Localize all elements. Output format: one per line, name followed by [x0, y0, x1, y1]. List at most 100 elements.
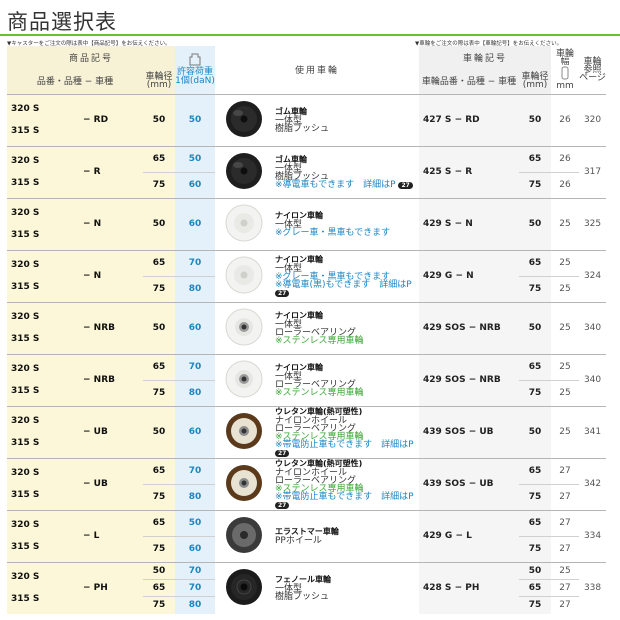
- wheel-icon: [226, 100, 262, 137]
- product-suffix: − PH: [75, 561, 143, 614]
- wheel-ref-page[interactable]: 334: [579, 509, 607, 562]
- wheel-ref-page[interactable]: 324: [579, 249, 607, 302]
- wheel-code: 425 S − R: [419, 145, 520, 198]
- wheel-icon: [226, 464, 262, 501]
- header-ref-page-3: ページ: [579, 72, 606, 83]
- wheel-code: 429 G − L: [419, 509, 520, 562]
- wheel-code: 429 G − N: [419, 249, 520, 302]
- wheel-diameter: 65: [143, 353, 175, 380]
- wheel-width: 27: [551, 535, 580, 562]
- page-ref-badge: 27: [275, 450, 290, 457]
- wheel-code-suffix: − L: [455, 531, 472, 541]
- wheel-diameter: 75: [143, 483, 175, 510]
- wheel-icon: [226, 412, 262, 449]
- product-suffix: − R: [75, 145, 143, 198]
- product-code-315: 315 S: [11, 386, 40, 396]
- wheel-code-number: 429 SOS: [423, 375, 466, 385]
- wheel-width: 27: [551, 509, 580, 536]
- product-code-315: 315 S: [11, 126, 40, 136]
- wheel-ref-page[interactable]: 340: [579, 301, 607, 354]
- product-code-320: 320 S: [11, 520, 40, 530]
- wheel-diameter: 75: [143, 171, 175, 198]
- page-ref-badge: 27: [275, 290, 290, 297]
- wheel-code-number: 439 SOS: [423, 479, 466, 489]
- allowable-load: 60: [175, 535, 215, 562]
- wheel-desc-text: ※ステンレス専用車輪: [275, 388, 364, 398]
- product-suffix: − UB: [75, 405, 143, 458]
- wheel-code-diameter: 75: [519, 595, 552, 614]
- wheel-width: 25: [551, 353, 580, 380]
- allowable-load: 70: [175, 578, 215, 596]
- wheel-desc-text: ゴム車輪: [275, 155, 307, 164]
- wheel-code-diameter: 65: [519, 249, 552, 276]
- wheel-image: [215, 353, 273, 406]
- product-code: 320 S 315 S: [7, 457, 75, 510]
- allowable-load: 60: [175, 405, 215, 458]
- wheel-code-diameter: 65: [519, 509, 552, 536]
- allowable-load: 60: [175, 171, 215, 198]
- allowable-load: 80: [175, 483, 215, 510]
- wheel-ref-page[interactable]: 338: [579, 561, 607, 614]
- selection-table: 商品記号 許容荷重 1個(daN) 使用車輪 車輪記号 車輪 幅 mm 車輪 参…: [7, 46, 607, 614]
- wheel-desc-text: ゴム車輪: [275, 107, 307, 116]
- wheel-code-number: 428 S: [423, 583, 452, 594]
- product-code-315: 315 S: [11, 490, 40, 500]
- wheel-code: 427 S − RD: [419, 93, 520, 146]
- wheel-desc-text: 樹脂ブッシュ: [275, 592, 330, 603]
- wheel-description: ゴム車輪 一体型 樹脂ブッシュ: [273, 93, 420, 146]
- table-row: 320 S 315 S − UB 65 70 ウレタン車輪(熱可塑性) ナイロンホイール ロー…: [7, 457, 607, 510]
- wheel-desc-text: ナイロン車輪: [275, 363, 323, 372]
- wheel-image: [215, 249, 273, 302]
- product-suffix: − NRB: [75, 301, 143, 354]
- wheel-diameter: 50: [143, 301, 175, 354]
- wheel-ref-page[interactable]: 325: [579, 197, 607, 250]
- allowable-load: 80: [175, 275, 215, 302]
- wheel-icon: [225, 204, 263, 241]
- wheel-code-diameter: 65: [519, 353, 552, 380]
- wheel-width: 25: [551, 275, 580, 302]
- table-row: 320 S 315 S − UB 50 60 ウレタン車輪(熱可塑性) ナイロンホイール ロー…: [7, 405, 607, 458]
- wheel-desc-text: エラストマー車輪: [275, 527, 339, 536]
- product-code: 320 S 315 S: [7, 197, 75, 250]
- wheel-ref-page[interactable]: 340: [579, 353, 607, 406]
- wheel-ref-page[interactable]: 341: [579, 405, 607, 458]
- wheel-width: 27: [551, 578, 580, 596]
- wheel-ref-page[interactable]: 342: [579, 457, 607, 510]
- header-wheel-dia-unit: (mm): [146, 79, 172, 90]
- wheel-image: [215, 405, 273, 458]
- wheel-ref-page[interactable]: 317: [579, 145, 607, 198]
- wheel-desc-text: ※帯電防止車もできます 詳細はP: [275, 492, 414, 502]
- wheel-code-diameter: 50: [519, 197, 552, 250]
- product-code-315: 315 S: [11, 594, 40, 605]
- header-product-code: 商品記号: [7, 46, 175, 68]
- header-wheel-dia: 車輪径 (mm): [143, 68, 175, 94]
- wheel-icon: [226, 516, 262, 553]
- wheel-diameter: 75: [143, 535, 175, 562]
- wheel-code-diameter: 65: [519, 578, 552, 596]
- wheel-ref-page[interactable]: 320: [579, 93, 607, 146]
- wheel-diameter: 50: [143, 561, 175, 579]
- wheel-desc-text: ナイロン車輪: [275, 211, 323, 220]
- header-use-wheel: 使用車輪: [215, 46, 420, 94]
- product-code-315: 315 S: [11, 282, 40, 292]
- product-suffix: − L: [75, 509, 143, 562]
- allowable-load: 60: [175, 197, 215, 250]
- wheel-code-suffix: − UB: [468, 479, 494, 489]
- product-code: 320 S 315 S: [7, 353, 75, 406]
- table-row: 320 S 315 S − NRB 50 60 ナイロン車輪 一体型 ローラーベアリング ※ステ…: [7, 301, 607, 354]
- wheel-desc-text: ※ステンレス専用車輪: [275, 336, 364, 346]
- product-suffix: − RD: [75, 93, 143, 146]
- table-row: 320 S 315 S − N 65 70 ナイロン車輪 一体型 ※グレー車・黒車もできます ※…: [7, 249, 607, 302]
- product-code: 320 S 315 S: [7, 93, 75, 146]
- wheel-width-icon: [561, 66, 569, 80]
- product-code-320: 320 S: [11, 572, 40, 583]
- product-suffix: − NRB: [75, 353, 143, 406]
- wheel-code-suffix: − RD: [454, 115, 480, 125]
- allowable-load: 60: [175, 301, 215, 354]
- wheel-desc-text: ※グレー車・黒車もできます: [275, 228, 391, 238]
- wheel-width: 26: [551, 171, 580, 198]
- wheel-desc-text: ナイロン車輪: [275, 255, 323, 264]
- header-load: 許容荷重 1個(daN): [175, 46, 215, 94]
- wheel-desc-text: PPホイール: [275, 536, 322, 546]
- wheel-code-number: 429 S: [423, 219, 452, 229]
